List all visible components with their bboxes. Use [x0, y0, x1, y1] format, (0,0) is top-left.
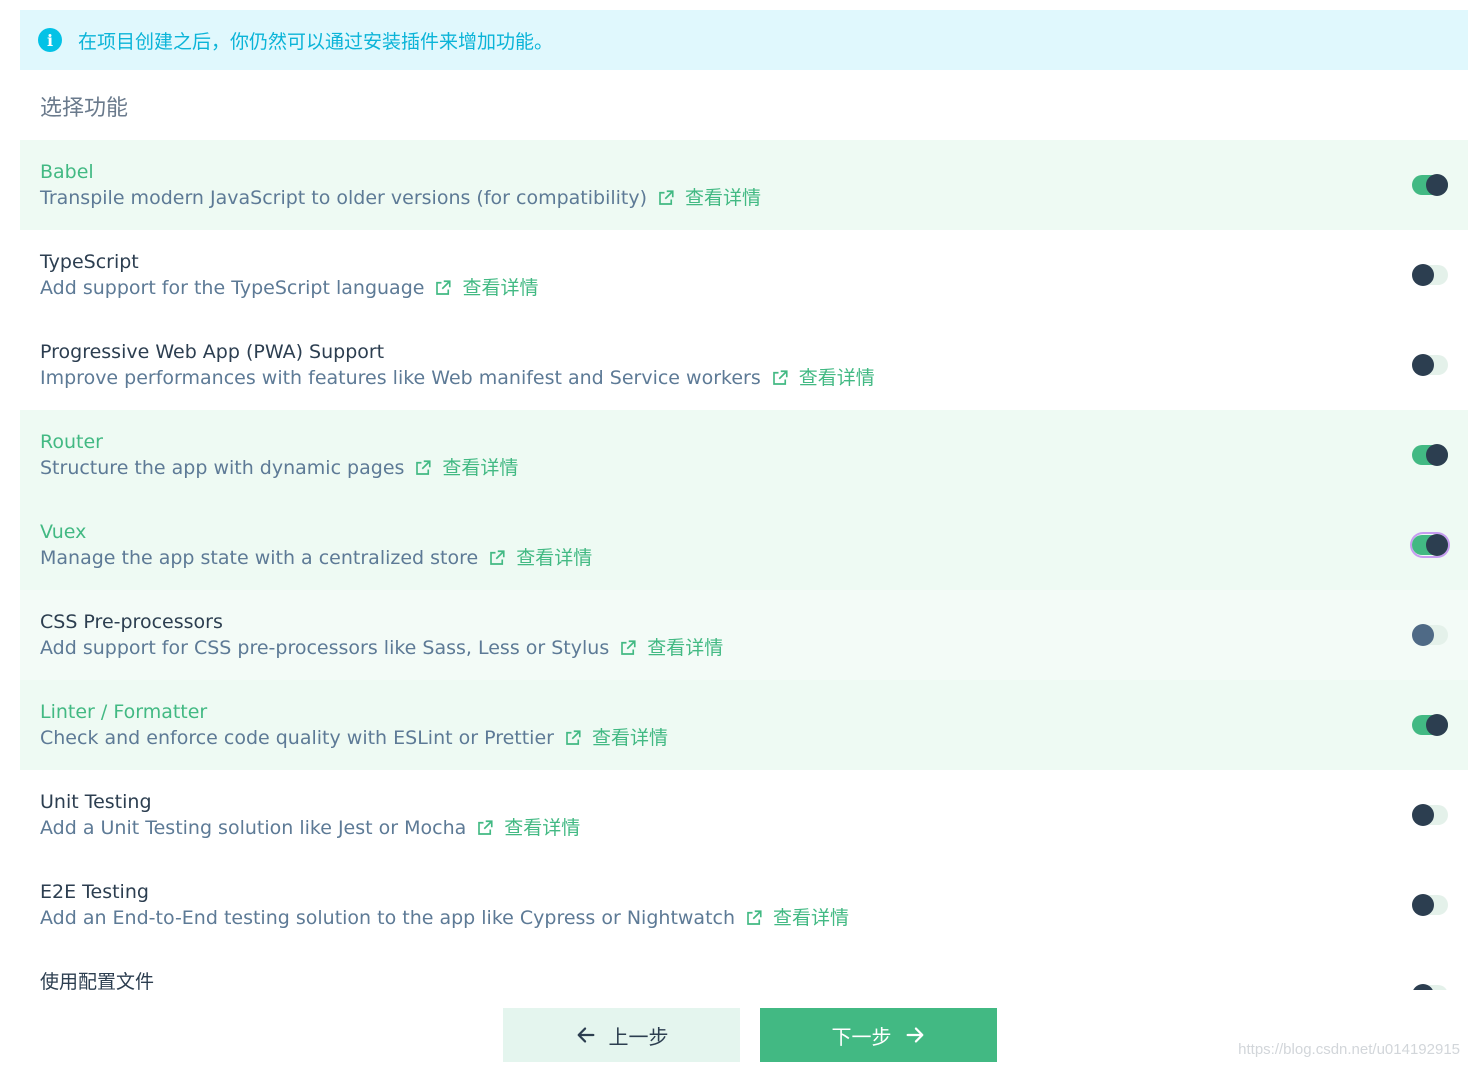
previous-step-label: 上一步 — [608, 1024, 669, 1049]
more-info-link[interactable]: 查看详情 — [488, 546, 592, 570]
more-info-link[interactable]: 查看详情 — [657, 186, 761, 210]
feature-toggle[interactable] — [1412, 444, 1448, 466]
toggle-knob — [1412, 354, 1434, 376]
next-step-button[interactable]: 下一步 — [760, 1008, 997, 1062]
feature-description-line: Improve performances with features like … — [40, 366, 1468, 390]
external-link-icon — [747, 910, 762, 925]
external-link-icon — [436, 280, 452, 295]
feature-description: Check and enforce code quality with ESLi… — [40, 727, 554, 749]
feature-name: 使用配置文件 — [40, 971, 155, 990]
feature-toggle[interactable] — [1412, 174, 1448, 196]
feature-toggle[interactable] — [1412, 714, 1448, 736]
toggle-knob — [1412, 894, 1434, 916]
feature-toggle[interactable] — [1412, 804, 1448, 826]
feature-row-vuex[interactable]: Vuex Manage the app state with a centrali… — [20, 500, 1468, 590]
feature-name: Progressive Web App (PWA) Support — [40, 341, 385, 363]
feature-description-line: Structure the app with dynamic pages 查看详情 — [40, 456, 1468, 480]
external-link-icon — [478, 820, 493, 835]
feature-row-router[interactable]: Router Structure the app with dynamic pag… — [20, 410, 1468, 500]
toggle-knob — [1426, 444, 1448, 466]
more-info-link[interactable]: 查看详情 — [564, 726, 668, 750]
more-info-label: 查看详情 — [685, 187, 762, 209]
more-info-label: 查看详情 — [647, 637, 724, 659]
feature-description: Add a Unit Testing solution like Jest or… — [40, 817, 467, 839]
feature-row-typescript[interactable]: TypeScript Add support for the TypeScript… — [20, 230, 1468, 320]
more-info-link[interactable]: 查看详情 — [414, 456, 518, 480]
feature-description-line: Add a Unit Testing solution like Jest or… — [40, 816, 1468, 840]
feature-name: Router — [40, 431, 103, 453]
external-link-icon — [659, 190, 674, 205]
more-info-label: 查看详情 — [516, 547, 593, 569]
feature-name: CSS Pre-processors — [40, 611, 223, 633]
feature-row-css-pre-processors[interactable]: CSS Pre-processors Add support for CSS pr… — [20, 590, 1468, 680]
external-link-icon — [416, 460, 431, 475]
feature-name: E2E Testing — [40, 881, 149, 903]
toggle-knob — [1426, 174, 1448, 196]
feature-description: Improve performances with features like … — [40, 367, 761, 389]
feature-description: Add an End-to-End testing solution to th… — [40, 907, 736, 929]
feature-description-line: Manage the app state with a centralized … — [40, 546, 1468, 570]
feature-toggle[interactable] — [1412, 264, 1448, 286]
arrow-left-icon — [577, 1027, 594, 1043]
info-banner: i 在项目创建之后，你仍然可以通过安装插件来增加功能。 — [20, 10, 1468, 70]
feature-description: Manage the app state with a centralized … — [40, 547, 479, 569]
feature-row-use-config-files[interactable]: 使用配置文件 — [20, 950, 1468, 990]
project-create-features-page: i 在项目创建之后，你仍然可以通过安装插件来增加功能。 选择功能 Babel Tr… — [0, 0, 1470, 1066]
feature-name: Unit Testing — [40, 791, 152, 813]
feature-row-e2e-testing[interactable]: E2E Testing Add an End-to-End testing sol… — [20, 860, 1468, 950]
feature-name: Linter / Formatter — [40, 701, 208, 723]
info-banner-text: 在项目创建之后，你仍然可以通过安装插件来增加功能。 — [78, 30, 554, 53]
external-link-icon — [566, 730, 581, 745]
toggle-knob — [1412, 264, 1434, 286]
watermark: https://blog.csdn.net/u014192915 — [1238, 1041, 1460, 1058]
feature-description: Add support for CSS pre-processors like … — [40, 637, 610, 659]
feature-description-line: Check and enforce code quality with ESLi… — [40, 726, 1468, 750]
more-info-link[interactable]: 查看详情 — [619, 636, 723, 660]
toggle-knob — [1426, 714, 1448, 736]
more-info-link[interactable]: 查看详情 — [434, 276, 538, 300]
more-info-label: 查看详情 — [773, 907, 850, 929]
toggle-knob — [1426, 534, 1448, 556]
feature-description: Structure the app with dynamic pages — [40, 457, 405, 479]
more-info-link[interactable]: 查看详情 — [771, 366, 875, 390]
more-info-label: 查看详情 — [462, 277, 539, 299]
feature-description: Transpile modern JavaScript to older ver… — [40, 187, 648, 209]
more-info-label: 查看详情 — [442, 457, 519, 479]
feature-row-babel[interactable]: Babel Transpile modern JavaScript to olde… — [20, 140, 1468, 230]
external-link-icon — [772, 370, 788, 385]
feature-name: Vuex — [40, 521, 87, 543]
feature-description-line: Add support for the TypeScript language 查… — [40, 276, 1468, 300]
next-step-label: 下一步 — [831, 1024, 892, 1049]
more-info-label: 查看详情 — [591, 727, 668, 749]
feature-name: TypeScript — [40, 251, 139, 273]
info-icon: i — [38, 28, 62, 52]
feature-toggle[interactable] — [1412, 354, 1448, 376]
feature-description-line: Transpile modern JavaScript to older ver… — [40, 186, 1468, 210]
more-info-label: 查看详情 — [798, 367, 875, 389]
more-info-link[interactable]: 查看详情 — [476, 816, 580, 840]
toggle-knob — [1412, 804, 1434, 826]
feature-row-linter-formatter[interactable]: Linter / Formatter Check and enforce code… — [20, 680, 1468, 770]
feature-description-line: Add support for CSS pre-processors like … — [40, 636, 1468, 660]
arrow-right-icon — [906, 1027, 923, 1043]
feature-name: Babel — [40, 161, 94, 183]
feature-row-progressive-web-app-pwa-support[interactable]: Progressive Web App (PWA) Support Improve… — [20, 320, 1468, 410]
feature-list: Babel Transpile modern JavaScript to olde… — [20, 140, 1468, 990]
toggle-knob — [1412, 624, 1434, 646]
external-link-icon — [490, 550, 505, 565]
external-link-icon — [621, 640, 636, 655]
previous-step-button[interactable]: 上一步 — [503, 1008, 740, 1062]
feature-toggle[interactable] — [1412, 624, 1448, 646]
feature-toggle[interactable] — [1412, 534, 1448, 556]
more-info-link[interactable]: 查看详情 — [745, 906, 849, 930]
more-info-label: 查看详情 — [504, 817, 581, 839]
feature-description-line: Add an End-to-End testing solution to th… — [40, 906, 1468, 930]
feature-row-unit-testing[interactable]: Unit Testing Add a Unit Testing solution … — [20, 770, 1468, 860]
feature-description: Add support for the TypeScript language — [40, 277, 425, 299]
feature-toggle[interactable] — [1412, 894, 1448, 916]
section-title: 选择功能 — [40, 96, 129, 121]
